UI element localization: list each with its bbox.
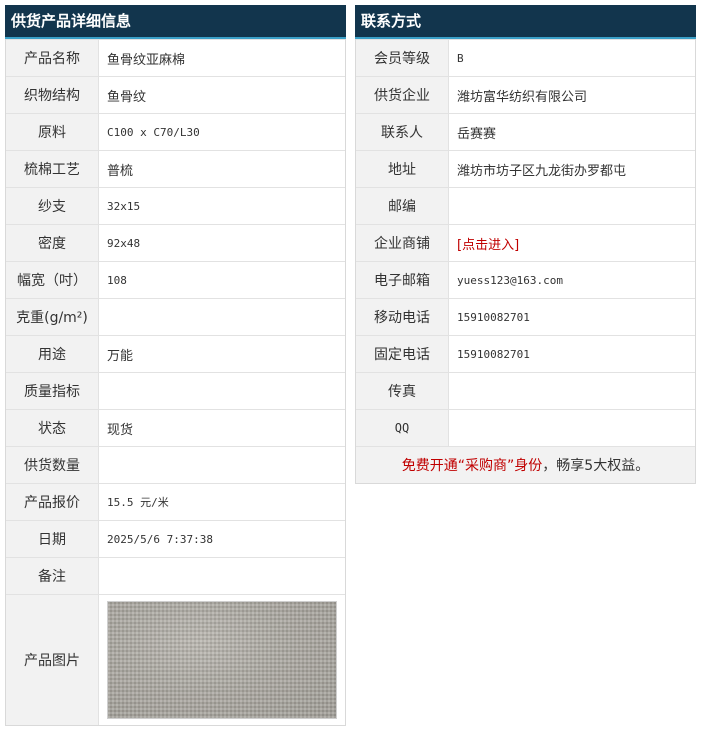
- value-address: 潍坊市坊子区九龙街办罗都屯: [457, 163, 627, 179]
- value-postcode: [449, 188, 695, 224]
- row-usage: 用途 万能: [6, 335, 345, 372]
- value-date: 2025/5/6 7:37:38: [107, 532, 213, 546]
- value-fax: [449, 373, 695, 409]
- row-weight: 克重(g/m²): [6, 298, 345, 335]
- row-mobile: 移动电话 15910082701: [356, 298, 695, 335]
- value-email: yuess123@163.com: [457, 273, 563, 287]
- shop-enter-link[interactable]: [点击进入]: [449, 225, 695, 261]
- row-date: 日期 2025/5/6 7:37:38: [6, 520, 345, 557]
- label-status: 状态: [6, 410, 99, 446]
- product-image-cell: [99, 595, 345, 725]
- value-quantity: [99, 447, 345, 483]
- value-yarn-count: 32x15: [107, 199, 141, 213]
- value-material: C100 x C70/L30: [107, 125, 200, 139]
- row-status: 状态 现货: [6, 409, 345, 446]
- label-weight: 克重(g/m²): [6, 299, 99, 335]
- label-qq: QQ: [356, 410, 449, 446]
- label-price: 产品报价: [6, 484, 99, 520]
- buyer-promo-banner[interactable]: 免费开通“采购商”身份 ，畅享5大权益。: [356, 446, 695, 483]
- label-postcode: 邮编: [356, 188, 449, 224]
- label-remarks: 备注: [6, 558, 99, 594]
- label-date: 日期: [6, 521, 99, 557]
- label-member-level: 会员等级: [356, 40, 449, 76]
- row-yarn-count: 纱支 32x15: [6, 187, 345, 224]
- row-company: 供货企业 潍坊富华纺织有限公司: [356, 76, 695, 113]
- row-product-name: 产品名称 鱼骨纹亚麻棉: [6, 39, 345, 76]
- value-usage: 万能: [107, 348, 134, 364]
- row-contact-person: 联系人 岳赛赛: [356, 113, 695, 150]
- value-quality: [99, 373, 345, 409]
- value-density: 92x48: [107, 236, 141, 250]
- label-company: 供货企业: [356, 77, 449, 113]
- row-remarks: 备注: [6, 557, 345, 594]
- value-status: 现货: [107, 422, 134, 438]
- label-mobile: 移动电话: [356, 299, 449, 335]
- label-width: 幅宽（吋）: [6, 262, 99, 298]
- row-quantity: 供货数量: [6, 446, 345, 483]
- promo-text-highlight[interactable]: 免费开通“采购商”身份: [402, 455, 543, 475]
- value-company: 潍坊富华纺织有限公司: [457, 89, 588, 105]
- label-email: 电子邮箱: [356, 262, 449, 298]
- row-product-image: 产品图片: [6, 594, 345, 725]
- label-yarn-count: 纱支: [6, 188, 99, 224]
- label-quantity: 供货数量: [6, 447, 99, 483]
- row-combing: 梳棉工艺 普梳: [6, 150, 345, 187]
- contact-panel: 联系方式 会员等级 B 供货企业 潍坊富华纺织有限公司 联系人 岳赛赛 地址 潍…: [355, 5, 696, 484]
- row-phone: 固定电话 15910082701: [356, 335, 695, 372]
- label-product-image: 产品图片: [6, 595, 99, 725]
- row-quality: 质量指标: [6, 372, 345, 409]
- row-member-level: 会员等级 B: [356, 39, 695, 76]
- row-fabric-structure: 织物结构 鱼骨纹: [6, 76, 345, 113]
- value-combing: 普梳: [107, 163, 134, 179]
- row-postcode: 邮编: [356, 187, 695, 224]
- value-mobile: 15910082701: [457, 310, 530, 324]
- row-qq: QQ: [356, 409, 695, 446]
- row-density: 密度 92x48: [6, 224, 345, 261]
- value-member-level: B: [457, 51, 464, 65]
- value-fabric-structure: 鱼骨纹: [107, 89, 147, 105]
- product-details-panel: 供货产品详细信息 产品名称 鱼骨纹亚麻棉 织物结构 鱼骨纹 原料 C100 x …: [5, 5, 346, 726]
- contact-title: 联系方式: [355, 5, 696, 39]
- label-fabric-structure: 织物结构: [6, 77, 99, 113]
- value-qq: [449, 410, 695, 446]
- product-image[interactable]: [107, 601, 337, 719]
- value-product-name: 鱼骨纹亚麻棉: [107, 52, 186, 68]
- row-price: 产品报价 15.5 元/米: [6, 483, 345, 520]
- value-contact-person: 岳赛赛: [457, 126, 497, 142]
- row-address: 地址 潍坊市坊子区九龙街办罗都屯: [356, 150, 695, 187]
- row-width: 幅宽（吋） 108: [6, 261, 345, 298]
- row-email: 电子邮箱 yuess123@163.com: [356, 261, 695, 298]
- product-details-title: 供货产品详细信息: [5, 5, 346, 39]
- label-contact-person: 联系人: [356, 114, 449, 150]
- label-product-name: 产品名称: [6, 40, 99, 76]
- label-material: 原料: [6, 114, 99, 150]
- row-shop: 企业商铺 [点击进入]: [356, 224, 695, 261]
- label-density: 密度: [6, 225, 99, 261]
- value-price: 15.5 元/米: [107, 496, 169, 509]
- row-material: 原料 C100 x C70/L30: [6, 113, 345, 150]
- promo-text: ，畅享5大权益。: [542, 458, 650, 474]
- label-shop: 企业商铺: [356, 225, 449, 261]
- label-quality: 质量指标: [6, 373, 99, 409]
- label-usage: 用途: [6, 336, 99, 372]
- label-combing: 梳棉工艺: [6, 151, 99, 187]
- value-remarks: [99, 558, 345, 594]
- value-phone: 15910082701: [457, 347, 530, 361]
- value-weight: [99, 299, 345, 335]
- label-address: 地址: [356, 151, 449, 187]
- value-width: 108: [107, 273, 127, 287]
- row-fax: 传真: [356, 372, 695, 409]
- label-fax: 传真: [356, 373, 449, 409]
- label-phone: 固定电话: [356, 336, 449, 372]
